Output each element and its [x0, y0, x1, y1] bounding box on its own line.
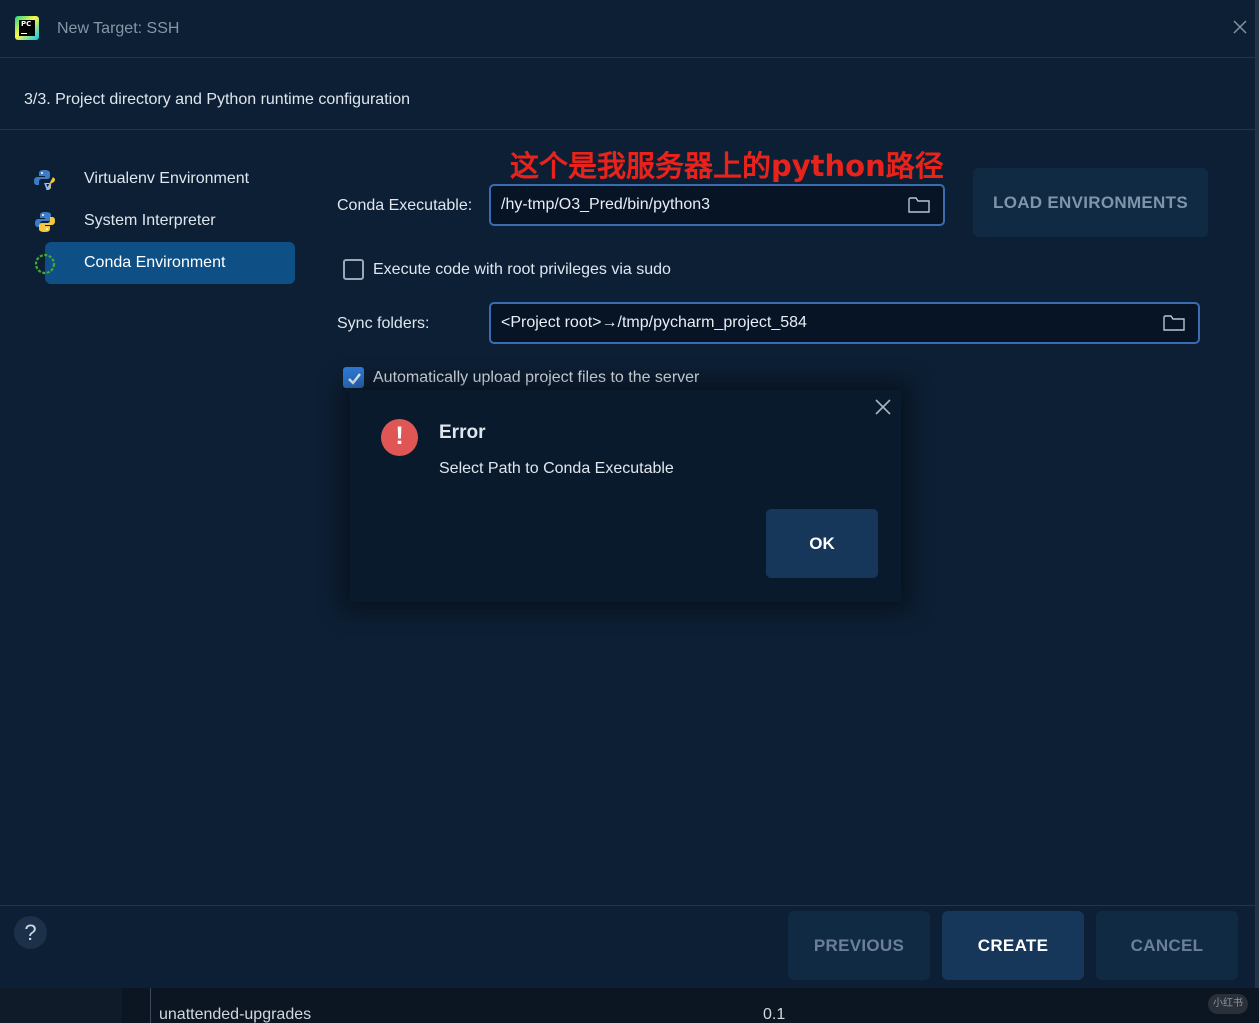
ok-button[interactable]: OK — [766, 509, 878, 578]
help-button[interactable]: ? — [14, 916, 47, 949]
conda-icon — [34, 253, 56, 275]
conda-executable-label: Conda Executable: — [337, 197, 473, 214]
python-icon — [34, 211, 56, 233]
auto-upload-checkbox-label: Automatically upload project files to th… — [373, 369, 700, 386]
folder-icon[interactable] — [908, 196, 930, 214]
step-title: 3/3. Project directory and Python runtim… — [24, 91, 410, 108]
close-popup-icon[interactable] — [874, 398, 894, 418]
cancel-button[interactable]: CANCEL — [1096, 911, 1238, 980]
footer-divider — [0, 905, 1255, 906]
sidebar-item-system-interpreter[interactable]: System Interpreter — [24, 200, 295, 242]
window-title: New Target: SSH — [57, 20, 180, 37]
sidebar-item-virtualenv[interactable]: V Virtualenv Environment — [24, 158, 295, 200]
error-icon: ! — [381, 419, 418, 456]
sudo-checkbox-label: Execute code with root privileges via su… — [373, 261, 671, 278]
close-window-icon[interactable] — [1232, 20, 1248, 36]
pycharm-logo-icon: PC — [15, 16, 39, 40]
title-bar: PC New Target: SSH — [0, 0, 1255, 58]
conda-executable-field[interactable]: /hy-tmp/O3_Pred/bin/python3 — [489, 184, 945, 226]
error-popup: ! Error Select Path to Conda Executable … — [350, 390, 901, 602]
watermark: 小红书 — [1208, 994, 1248, 1014]
load-environments-button[interactable]: LOAD ENVIRONMENTS — [973, 168, 1208, 237]
sidebar-item-label: Virtualenv Environment — [84, 170, 250, 187]
folder-icon[interactable] — [1163, 314, 1185, 332]
package-name: unattended-upgrades — [159, 1006, 312, 1023]
sync-folders-value: <Project root>→/tmp/pycharm_project_584 — [501, 314, 807, 331]
virtualenv-python-icon: V — [34, 169, 56, 193]
previous-button[interactable]: PREVIOUS — [788, 911, 930, 980]
svg-text:V: V — [44, 182, 52, 191]
sync-folders-label: Sync folders: — [337, 315, 430, 332]
sync-folders-field[interactable]: <Project root>→/tmp/pycharm_project_584 — [489, 302, 1200, 344]
error-title: Error — [439, 422, 486, 443]
auto-upload-checkbox[interactable] — [343, 367, 364, 388]
step-header: 3/3. Project directory and Python runtim… — [0, 59, 1255, 130]
sudo-checkbox[interactable] — [343, 259, 364, 280]
sidebar-item-label: System Interpreter — [84, 212, 216, 229]
sidebar-item-label: Conda Environment — [84, 254, 226, 271]
package-version: 0.1 — [763, 1006, 786, 1023]
conda-executable-value: /hy-tmp/O3_Pred/bin/python3 — [501, 196, 711, 213]
background-package-table: unattended-upgrades 0.1 小红书 — [0, 988, 1259, 1023]
sidebar-item-conda[interactable]: Conda Environment — [34, 242, 295, 284]
create-button[interactable]: CREATE — [942, 911, 1084, 980]
red-annotation-text: 这个是我服务器上的python路径 — [510, 149, 944, 183]
new-target-dialog: PC New Target: SSH 3/3. Project director… — [0, 0, 1256, 988]
error-message: Select Path to Conda Executable — [439, 460, 674, 477]
